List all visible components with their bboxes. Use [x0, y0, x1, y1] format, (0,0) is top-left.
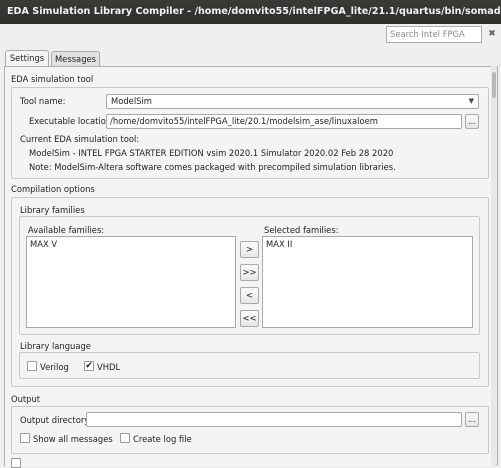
list-item[interactable]: MAX II [266, 239, 292, 249]
tool-name-label: Tool name: [20, 96, 66, 106]
vhdl-checkbox[interactable]: ✔ [84, 361, 94, 371]
tool-name-value: ModelSim [111, 96, 152, 106]
available-families-list[interactable]: MAX V [26, 236, 236, 328]
library-language-label: Library language [20, 341, 91, 351]
executable-location-field[interactable]: /home/domvito55/intelFPGA_lite/20.1/mode… [106, 114, 462, 129]
note-text: Note: ModelSim-Altera software comes pac… [29, 162, 396, 172]
verilog-label: Verilog [40, 362, 69, 372]
add-button[interactable]: > [240, 241, 259, 258]
selected-families-label: Selected families: [264, 225, 339, 235]
eda-tool-section-label: EDA simulation tool [11, 74, 94, 84]
show-all-messages-checkbox[interactable] [20, 433, 30, 443]
chevron-down-icon: ▼ [468, 97, 474, 105]
show-all-messages-label: Show all messages [33, 434, 113, 444]
current-tool-label: Current EDA simulation tool: [20, 134, 140, 144]
executable-location-label: Executable location: [29, 116, 114, 126]
close-icon[interactable]: ✖ [485, 27, 499, 41]
remove-button[interactable]: < [240, 287, 259, 304]
add-all-button[interactable]: >> [240, 264, 259, 281]
remove-all-button[interactable]: << [240, 310, 259, 327]
scrollbar-thumb[interactable] [492, 72, 496, 98]
vertical-scrollbar[interactable] [491, 66, 497, 466]
browse-executable-button[interactable]: ... [465, 114, 479, 129]
verilog-checkbox[interactable] [27, 361, 37, 371]
window-title: EDA Simulation Library Compiler - /home/… [0, 0, 501, 24]
selected-families-list[interactable]: MAX II [262, 236, 473, 328]
library-families-label: Library families [20, 205, 85, 215]
output-directory-field[interactable] [86, 412, 462, 427]
tab-settings[interactable]: Settings [5, 50, 49, 67]
browse-output-button[interactable]: ... [465, 412, 479, 427]
search-input[interactable]: Search Intel FPGA [386, 26, 482, 43]
output-directory-label: Output directory: [20, 415, 92, 425]
create-log-file-checkbox[interactable] [120, 433, 130, 443]
vhdl-label: VHDL [97, 362, 121, 372]
list-item[interactable]: MAX V [30, 239, 57, 249]
compilation-section-label: Compilation options [11, 184, 95, 194]
tab-messages[interactable]: Messages [51, 51, 100, 67]
output-section-label: Output [11, 394, 41, 404]
partial-checkbox[interactable] [11, 458, 21, 468]
tool-name-select[interactable]: ModelSim ▼ [106, 94, 479, 109]
create-log-file-label: Create log file [133, 434, 192, 444]
current-tool-value: ModelSim - INTEL FPGA STARTER EDITION vs… [29, 148, 394, 158]
available-families-label: Available families: [28, 225, 105, 235]
